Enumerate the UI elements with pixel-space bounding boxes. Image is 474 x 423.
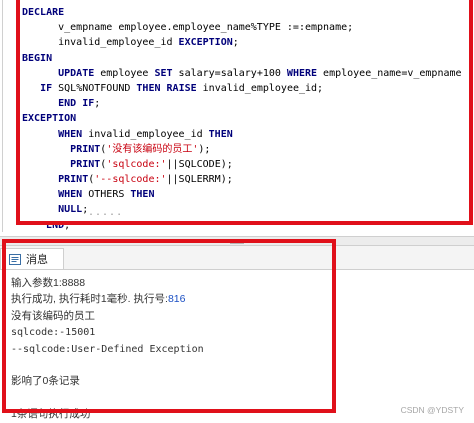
watermark: CSDN @YDSTY [400, 405, 464, 415]
editor-gutter [2, 0, 3, 232]
output-highlight-box [2, 239, 336, 413]
code-highlight-box [16, 0, 473, 225]
